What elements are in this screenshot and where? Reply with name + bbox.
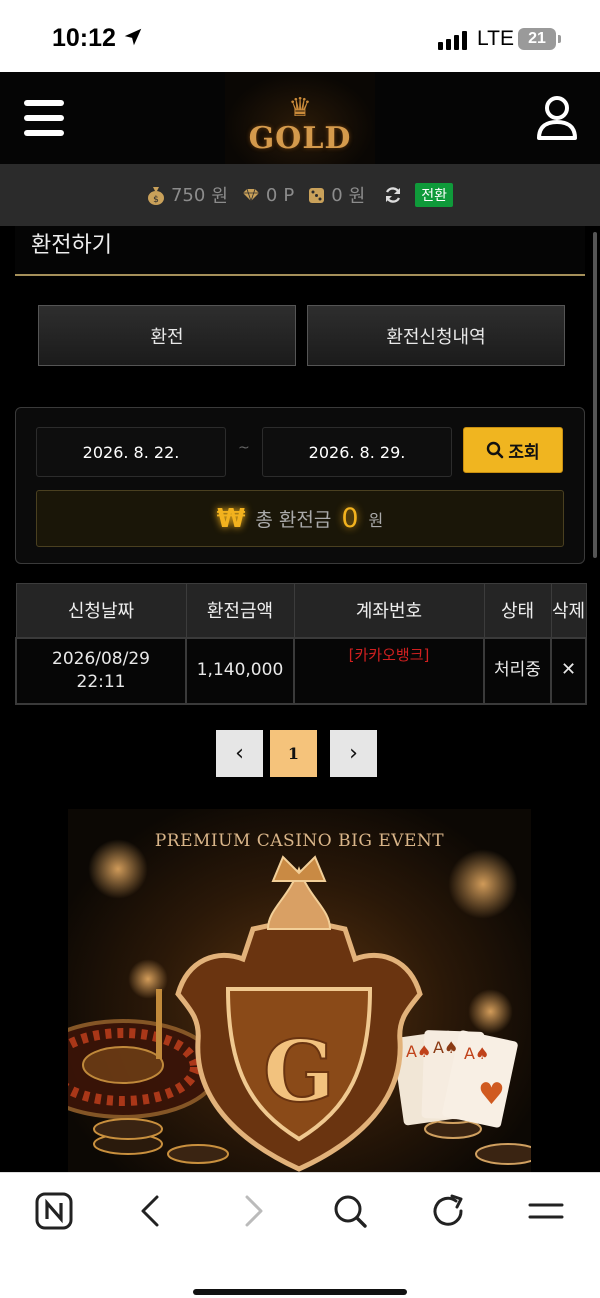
- search-icon: [487, 441, 504, 459]
- site-header: ♛ GOLD: [0, 72, 600, 164]
- page-title-bar: 환전하기: [15, 226, 585, 276]
- svg-text:A♠: A♠: [464, 1044, 489, 1063]
- menu-icon[interactable]: [526, 1191, 566, 1231]
- points-balance: 0 P: [242, 185, 294, 206]
- hamburger-menu-icon[interactable]: [24, 100, 64, 136]
- convert-button[interactable]: 전환: [415, 183, 453, 207]
- won-icon: ₩: [216, 503, 246, 534]
- cell-status: 처리중: [483, 636, 552, 705]
- page-prev-button[interactable]: ‹: [216, 730, 263, 777]
- location-arrow-icon: [124, 28, 142, 46]
- user-icon[interactable]: [535, 94, 579, 142]
- header-status: 상태: [483, 583, 552, 638]
- total-value: 0: [341, 503, 359, 534]
- exchange-history-table: 신청날짜 환전금액 계좌번호 상태 삭제 2026/08/29 22:11 1,1…: [15, 583, 587, 705]
- points-unit: P: [283, 184, 295, 206]
- svg-text:A♠: A♠: [433, 1038, 458, 1057]
- home-indicator: [193, 1289, 407, 1295]
- date-from-input[interactable]: [36, 427, 226, 477]
- date-separator: ~: [238, 440, 250, 456]
- tab-exchange[interactable]: 환전: [38, 305, 296, 366]
- tab-exchange-history[interactable]: 환전신청내역: [307, 305, 565, 366]
- page-title: 환전하기: [31, 233, 112, 258]
- search-button[interactable]: 조회: [463, 427, 563, 473]
- status-time: 10:12: [52, 24, 116, 52]
- svg-text:♥: ♥: [478, 1077, 505, 1112]
- search-button-label: 조회: [508, 442, 540, 463]
- header-account: 계좌번호: [293, 583, 485, 638]
- money-balance: $ 750 원: [147, 182, 228, 208]
- diamond-icon: [242, 188, 259, 202]
- header-amount: 환전금액: [185, 583, 295, 638]
- battery-icon: 21: [518, 28, 561, 50]
- forward-icon[interactable]: [232, 1191, 272, 1231]
- table-row: 2026/08/29 22:11 1,140,000 [카카오뱅크] 처리중 ✕: [15, 636, 587, 705]
- chips-amount: 0: [331, 184, 343, 206]
- total-unit: 원: [368, 510, 384, 530]
- page-next-button[interactable]: ›: [330, 730, 377, 777]
- network-type: LTE: [477, 27, 514, 50]
- total-exchange-box: ₩ 총 환전금 0 원: [36, 490, 564, 547]
- signal-icon: [438, 30, 467, 50]
- money-bag-icon: $: [147, 187, 164, 205]
- money-unit: 원: [211, 186, 228, 207]
- cell-date: 2026/08/29 22:11: [15, 636, 187, 705]
- cell-account: [카카오뱅크]: [293, 636, 485, 705]
- status-bar: 10:12 LTE 21: [0, 0, 600, 72]
- svg-text:A♠: A♠: [406, 1042, 431, 1061]
- balance-bar: $ 750 원 0 P 0 원 전환: [0, 164, 600, 226]
- page-scrollbar[interactable]: [593, 232, 597, 558]
- gold-logo[interactable]: ♛ GOLD: [225, 72, 375, 164]
- banner-artwork: A♠ A♠ A♠ ♥ G: [68, 855, 531, 1172]
- browser-search-icon[interactable]: [330, 1191, 370, 1231]
- money-amount: 750: [170, 184, 206, 206]
- page-current-button[interactable]: 1: [270, 730, 317, 777]
- browser-toolbar: [0, 1172, 600, 1298]
- cell-amount: 1,140,000: [185, 636, 295, 705]
- table-header-row: 신청날짜 환전금액 계좌번호 상태 삭제: [15, 583, 587, 638]
- naver-n-icon[interactable]: [34, 1191, 74, 1231]
- dice-icon: [309, 187, 325, 203]
- svg-text:$: $: [153, 195, 159, 205]
- header-delete: 삭제: [550, 583, 587, 638]
- cell-date-time: 22:11: [76, 671, 126, 692]
- delete-button[interactable]: ✕: [550, 636, 587, 705]
- reload-icon[interactable]: [428, 1191, 468, 1231]
- playing-cards: A♠ A♠ A♠ ♥: [392, 1030, 518, 1128]
- search-panel: ~ 조회 ₩ 총 환전금 0 원: [15, 407, 585, 564]
- chips-unit: 원: [348, 186, 366, 207]
- crown-icon: ♛: [288, 93, 312, 123]
- emblem-shield: G: [175, 855, 423, 1172]
- header-date: 신청날짜: [15, 583, 187, 638]
- chips-balance: 0 원: [308, 182, 365, 208]
- date-to-input[interactable]: [262, 427, 452, 477]
- refresh-icon[interactable]: [383, 185, 403, 205]
- back-icon[interactable]: [132, 1191, 172, 1231]
- points-amount: 0: [265, 184, 278, 206]
- emblem-letter: G: [263, 1022, 335, 1121]
- event-banner[interactable]: PREMIUM CASINO BIG EVENT A♠ A♠ A♠ ♥ G: [68, 809, 531, 1172]
- cell-date-day: 2026/08/29: [52, 648, 150, 669]
- total-label: 총 환전금: [255, 509, 332, 531]
- logo-text: GOLD: [248, 121, 352, 156]
